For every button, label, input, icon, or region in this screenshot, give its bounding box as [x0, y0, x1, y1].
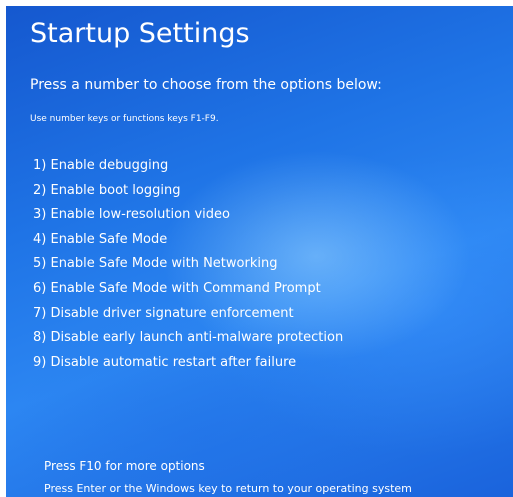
option-enable-boot-logging[interactable]: 2) Enable boot logging — [33, 179, 343, 204]
startup-settings-screen: Startup Settings Press a number to choos… — [6, 6, 513, 497]
option-disable-driver-signature-enforcement[interactable]: 7) Disable driver signature enforcement — [33, 302, 343, 327]
option-enable-debugging[interactable]: 1) Enable debugging — [33, 154, 343, 179]
page-title: Startup Settings — [30, 18, 250, 49]
instructions-text: Press a number to choose from the option… — [30, 77, 382, 93]
option-disable-early-launch-anti-malware[interactable]: 8) Disable early launch anti-malware pro… — [33, 326, 343, 351]
option-enable-safe-mode[interactable]: 4) Enable Safe Mode — [33, 228, 343, 253]
startup-options-list: 1) Enable debugging 2) Enable boot loggi… — [33, 154, 343, 375]
option-enable-safe-mode-command-prompt[interactable]: 6) Enable Safe Mode with Command Prompt — [33, 277, 343, 302]
option-enable-safe-mode-networking[interactable]: 5) Enable Safe Mode with Networking — [33, 252, 343, 277]
more-options-prompt[interactable]: Press F10 for more options — [44, 458, 205, 474]
option-enable-low-resolution-video[interactable]: 3) Enable low-resolution video — [33, 203, 343, 228]
option-disable-automatic-restart[interactable]: 9) Disable automatic restart after failu… — [33, 351, 343, 376]
return-to-os-prompt[interactable]: Press Enter or the Windows key to return… — [44, 481, 412, 497]
key-hint-text: Use number keys or functions keys F1-F9. — [30, 114, 219, 124]
